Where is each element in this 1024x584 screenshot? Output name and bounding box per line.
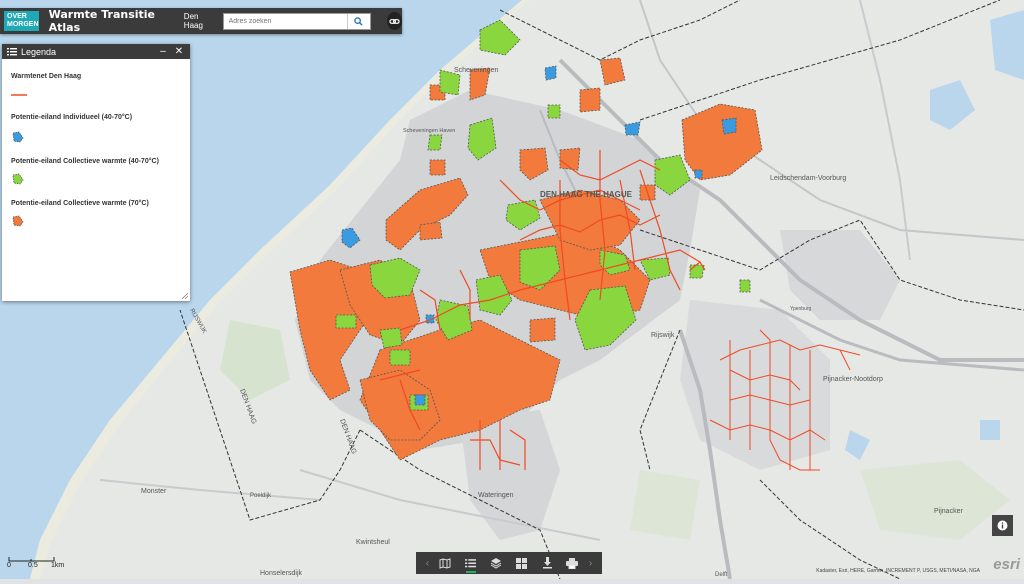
info-button[interactable] [992,515,1013,536]
app-header: OVER MORGEN Warmte Transitie Atlas Den H… [0,8,402,34]
label-scheveningen-haven: Scheveningen Haven [403,128,455,134]
share-link-button[interactable] [386,12,402,30]
overmorgen-logo[interactable]: OVER MORGEN [4,11,39,31]
toolbar-prev-icon[interactable]: ‹ [426,558,429,569]
label-delft: Delft [715,572,728,578]
blue-polygon-icon [12,131,24,143]
legend-panel: Legenda – ✕ Warmtenet Den Haag Potentie-… [2,44,190,301]
legend-body: Warmtenet Den Haag Potentie-eiland Indiv… [2,72,190,227]
label-poeldijk: Poeldijk [250,493,272,499]
scale-tick-half: 0.5 [28,562,38,569]
info-icon [997,520,1008,531]
label-wateringen: Wateringen [478,492,514,499]
esri-logo[interactable]: esri [993,556,1020,573]
basemap-button[interactable] [436,554,454,572]
label-pijnacker-nootdorp: Pijnacker-Nootdorp [823,376,883,383]
search-input[interactable] [223,16,348,26]
list-icon [465,559,477,568]
green-polygon-icon [12,173,24,185]
legend-button[interactable] [462,554,480,573]
search-icon [354,16,364,26]
gallery-button[interactable] [513,554,531,572]
scale-tick-0: 0 [7,562,11,569]
legend-header[interactable]: Legenda – ✕ [2,44,190,59]
label-kwintsheul: Kwintsheul [356,539,390,546]
download-button[interactable] [538,554,556,572]
list-icon [7,48,17,56]
close-button[interactable]: ✕ [171,46,187,57]
toolbar-next-icon[interactable]: › [589,558,592,569]
minimize-button[interactable]: – [155,46,171,57]
print-button[interactable] [563,554,581,572]
label-den-haag-city: DEN HAAG THE HAGUE [540,190,633,199]
legend-item-label: Potentie-eiland Collectieve warmte (70°C… [11,200,149,207]
grid-icon [516,557,528,569]
label-scheveningen: Scheveningen [454,67,498,74]
resize-handle-icon[interactable] [182,293,188,299]
download-icon [542,557,552,569]
layers-button[interactable] [487,554,505,572]
legend-title: Legenda [21,46,57,57]
logo-line2: MORGEN [7,21,39,28]
print-icon [566,557,579,569]
label-monster: Monster [141,488,167,495]
region-label: Den Haag [183,12,203,30]
scale-tick-1km: 1km [51,562,65,569]
logo-line1: OVER [7,13,27,20]
map-icon [439,557,451,569]
label-pijnacker: Pijnacker [934,508,963,515]
legend-item-label: Potentie-eiland Individueel (40-70°C) [11,114,133,121]
map-attribution[interactable]: Kadaster, Esri, HERE, Garmin, INCREMENT … [816,568,980,574]
link-icon [389,18,400,24]
bottom-toolbar: ‹ › [416,552,602,574]
layers-icon [491,558,502,569]
orange-polygon-icon [12,215,24,227]
label-honselersdijk: Honselersdijk [260,570,303,577]
label-ypenburg: Ypenburg [790,306,812,312]
label-rijswijk: Rijswijk [651,332,675,339]
label-leidschendam: Leidschendam-Voorburg [770,175,846,182]
line-symbol-icon [11,94,27,96]
legend-item-label: Potentie-eiland Collectieve warmte (40-7… [11,158,159,165]
app-title: Warmte Transitie Atlas [48,8,156,34]
search-button[interactable] [347,13,369,29]
address-search[interactable] [222,12,371,30]
legend-item-label: Warmtenet Den Haag [11,73,82,80]
